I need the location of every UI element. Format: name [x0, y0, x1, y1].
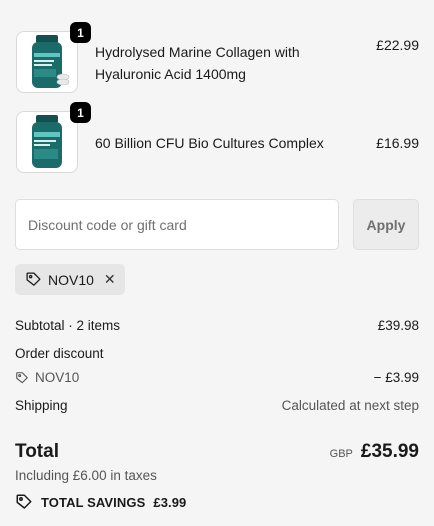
supplement-jar-image: [32, 35, 70, 88]
product-title: 60 Billion CFU Bio Cultures Complex: [95, 135, 324, 151]
savings-value: £3.99: [153, 494, 187, 510]
subtotal-value: £39.98: [377, 318, 419, 333]
line-item: 1 60 Billion CFU Bio Cultures Complex £1…: [16, 102, 419, 175]
subtotal-label: Subtotal · 2 items: [15, 318, 121, 333]
quantity-badge: 1: [70, 22, 91, 43]
product-title: Hydrolysed Marine Collagen with Hyaluron…: [95, 44, 300, 82]
shipping-row: Shipping Calculated at next step: [15, 398, 419, 413]
total-value: £35.99: [360, 441, 419, 462]
shipping-label: Shipping: [15, 398, 68, 413]
total-row: Total GBP £35.99: [15, 437, 419, 463]
discount-code-label: NOV10: [35, 370, 80, 385]
taxes-note: Including £6.00 in taxes: [15, 468, 157, 483]
product-thumbnail: 1: [16, 22, 91, 95]
apply-button[interactable]: Apply: [353, 199, 419, 250]
applied-code-label: NOV10: [48, 271, 94, 288]
product-thumbnail: 1: [16, 102, 91, 175]
supplement-jar-image: [32, 115, 62, 168]
order-discount-label: Order discount: [15, 346, 104, 361]
close-icon[interactable]: ✕: [104, 271, 116, 288]
discount-value: − £3.99: [373, 370, 419, 385]
tag-icon: [16, 371, 28, 383]
quantity-badge: 1: [70, 102, 91, 123]
discount-code-row: NOV10 − £3.99: [15, 370, 419, 385]
product-price: £22.99: [376, 37, 419, 53]
subtotal-row: Subtotal · 2 items £39.98: [15, 318, 419, 333]
total-savings: TOTAL SAVINGS £3.99: [15, 493, 186, 511]
line-item: 1 Hydrolysed Marine Collagen with Hyalur…: [16, 22, 419, 95]
total-label: Total: [15, 441, 59, 462]
product-price: £16.99: [376, 135, 419, 151]
tag-icon: [26, 272, 41, 286]
discount-form: Apply: [15, 199, 419, 250]
savings-label: TOTAL SAVINGS: [41, 494, 146, 510]
tag-icon: [16, 494, 32, 509]
discount-code-input[interactable]: [15, 199, 339, 250]
currency-code: GBP: [329, 448, 353, 460]
order-discount-row: Order discount: [15, 346, 419, 361]
shipping-value: Calculated at next step: [281, 398, 419, 413]
applied-discount-chip: NOV10 ✕: [15, 264, 125, 295]
